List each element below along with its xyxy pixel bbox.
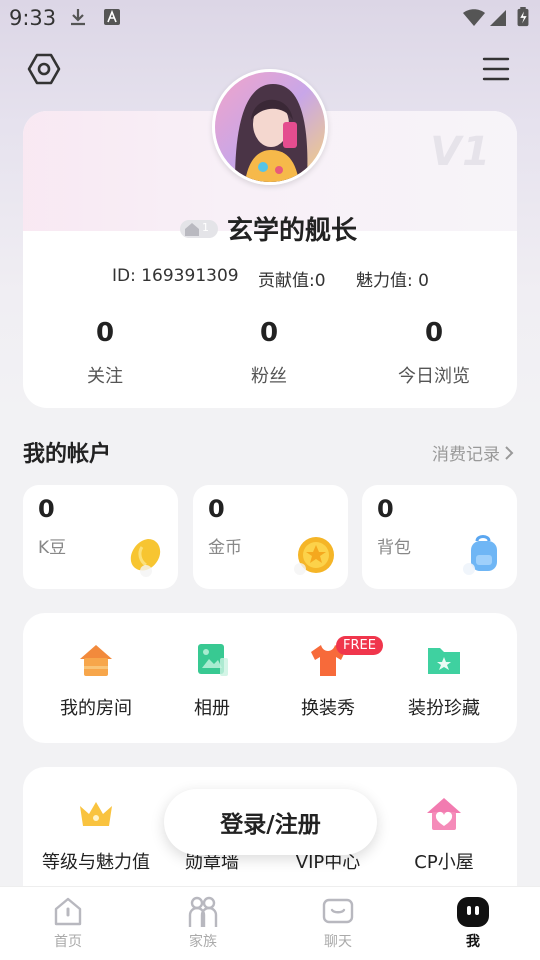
today-views-label[interactable]: 今日浏览 (374, 362, 494, 388)
gold-coin-card[interactable]: 0 金币 (193, 485, 348, 589)
charm-value: 魅力值: 0 (356, 271, 429, 291)
username: 玄学的舰长 (227, 216, 358, 246)
photo-album-icon (198, 644, 228, 676)
following-count[interactable]: 0 (45, 318, 165, 348)
settings-button[interactable] (24, 49, 64, 89)
backpack-label: 背包 (377, 538, 411, 558)
backpack-card[interactable]: 0 背包 (362, 485, 517, 589)
me-icon (457, 897, 489, 927)
backpack-icon (463, 535, 497, 575)
cp-house-item[interactable]: CP小屋 (379, 794, 509, 874)
level-charm-item[interactable]: 等级与魅力值 (31, 794, 161, 874)
gold-coin-value: 0 (208, 495, 225, 523)
nav-family-label: 家族 (189, 934, 217, 950)
followers-count[interactable]: 0 (209, 318, 329, 348)
nav-me[interactable]: 我 (433, 895, 513, 951)
chevron-right-icon (505, 445, 514, 460)
status-bar: 9:33 (0, 0, 540, 36)
nav-home-label: 首页 (54, 934, 82, 950)
crown-icon (80, 802, 112, 826)
status-time: 9:33 (9, 6, 57, 30)
following-label[interactable]: 关注 (45, 362, 165, 388)
home-icon (54, 897, 82, 926)
menu-button[interactable] (476, 49, 516, 89)
level-charm-label: 等级与魅力值 (42, 852, 150, 873)
consumption-records-label: 消费记录 (432, 445, 500, 465)
today-views-count[interactable]: 0 (374, 318, 494, 348)
consumption-records-link[interactable]: 消费记录 (432, 440, 514, 465)
cp-house-label: CP小屋 (414, 852, 474, 873)
level-number: 1 (202, 221, 209, 234)
dress-up-show-label: 换装秀 (301, 698, 355, 719)
kbean-card[interactable]: 0 K豆 (23, 485, 178, 589)
level-badge: 1 (180, 220, 218, 238)
photo-album-item[interactable]: 相册 (147, 640, 277, 720)
heart-house-icon (427, 798, 461, 830)
outfit-collection-item[interactable]: 装扮珍藏 (379, 640, 509, 720)
battery-icon (517, 7, 529, 27)
chat-icon (322, 898, 354, 924)
bean-icon (130, 539, 161, 577)
account-section-title: 我的帐户 (23, 442, 112, 467)
free-badge: FREE (336, 636, 383, 655)
level-house-icon (185, 223, 199, 236)
user-id: ID: 169391309 (112, 266, 239, 286)
nav-home[interactable]: 首页 (28, 895, 108, 951)
backpack-value: 0 (377, 495, 394, 523)
signal-icon (490, 10, 506, 26)
outfit-collection-label: 装扮珍藏 (408, 698, 480, 719)
my-room-label: 我的房间 (60, 698, 132, 719)
contribution-value: 贡献值:0 (258, 271, 326, 291)
followers-label[interactable]: 粉丝 (209, 362, 329, 388)
kbean-value: 0 (38, 495, 55, 523)
wifi-icon (463, 9, 485, 26)
nav-family[interactable]: 家族 (163, 895, 243, 951)
login-register-button[interactable]: 登录/注册 (164, 789, 377, 855)
avatar[interactable] (212, 69, 328, 185)
nav-chat[interactable]: 聊天 (298, 895, 378, 951)
nav-chat-label: 聊天 (324, 934, 352, 950)
menu-icon (482, 57, 510, 81)
download-icon (71, 9, 85, 26)
coin-icon (294, 537, 334, 575)
nav-me-label: 我 (466, 934, 480, 950)
house-icon (80, 645, 112, 676)
gold-coin-label: 金币 (208, 538, 242, 558)
folder-star-icon (428, 648, 460, 674)
family-icon (188, 896, 218, 927)
hexagon-settings-icon (27, 53, 61, 85)
my-room-item[interactable]: 我的房间 (31, 640, 161, 720)
keyboard-a-icon (104, 9, 120, 25)
kbean-label: K豆 (38, 538, 67, 558)
bottom-nav: 首页 家族 聊天 我 (0, 886, 540, 960)
vip-level-mark: V1 (430, 129, 491, 175)
avatar-image (215, 72, 325, 182)
photo-album-label: 相册 (194, 698, 230, 719)
